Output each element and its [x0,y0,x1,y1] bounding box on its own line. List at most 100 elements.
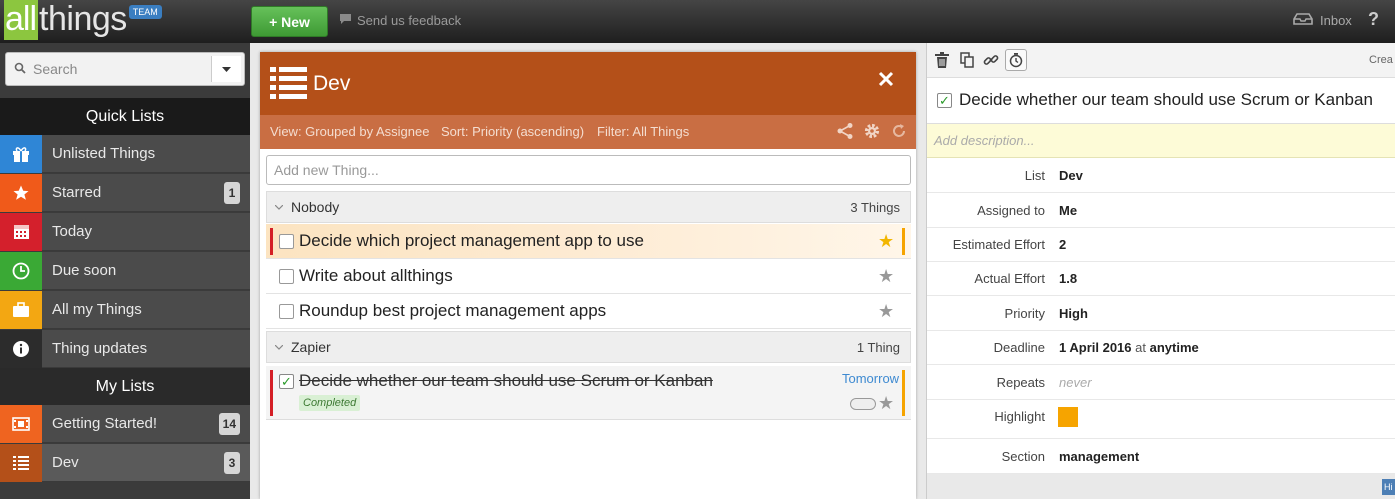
sidebar-item-due-soon[interactable]: Due soon [0,251,250,290]
deadline-at: at [1135,340,1146,355]
description-field[interactable]: Add description... [927,124,1395,158]
prop-actual-effort[interactable]: Actual Effort 1.8 [927,261,1395,296]
sidebar-item-label: Thing updates [52,340,148,357]
prop-list[interactable]: List Dev [927,158,1395,193]
highlight-swatch[interactable] [1058,407,1078,427]
highlight-marker [902,228,905,255]
prop-assigned-to[interactable]: Assigned to Me [927,193,1395,228]
prop-value: Me [1059,203,1078,218]
logo[interactable]: all things TEAM [4,0,162,43]
thing-row[interactable]: Decide which project management app to u… [266,224,911,259]
feedback-link[interactable]: Send us feedback [339,13,461,28]
deadline-time[interactable]: anytime [1150,340,1199,355]
gift-icon [0,134,42,173]
sort-selector[interactable]: Sort: Priority (ascending) [441,124,584,139]
prop-value: 2 [1059,237,1067,252]
prop-label: Highlight [994,409,1045,424]
chevron-down-icon[interactable] [267,202,285,213]
created-label: Crea [1369,54,1393,66]
thing-checkbox[interactable] [279,304,294,319]
priority-marker [270,370,273,416]
group-header-nobody[interactable]: Nobody 3 Things [266,191,911,223]
list-icon [0,443,42,482]
detail-title[interactable]: Decide whether our team should use Scrum… [959,90,1373,110]
thing-row[interactable]: Write about allthings ★ [266,259,911,294]
thing-row[interactable]: Roundup best project management apps ★ [266,294,911,329]
list-filter-bar: View: Grouped by Assignee Sort: Priority… [260,115,916,149]
add-thing-input[interactable]: Add new Thing... [266,155,911,185]
thing-title: Decide whether our team should use Scrum… [299,371,713,390]
deadline-date[interactable]: 1 April 2016 [1059,340,1132,355]
thing-checkbox-checked[interactable]: ✓ [279,374,294,389]
prop-repeats[interactable]: Repeats never [927,365,1395,400]
search-input[interactable]: Search [30,61,211,77]
prop-section[interactable]: Section management [927,439,1395,474]
share-icon[interactable] [836,122,854,145]
detail-toolbar: Crea [927,43,1395,78]
copy-icon[interactable] [956,49,978,71]
sidebar-item-unlisted-things[interactable]: Unlisted Things [0,134,250,173]
help-button[interactable]: ? [1368,9,1379,30]
search-box[interactable]: Search [5,52,245,86]
list-title: Dev [313,72,351,95]
timer-icon[interactable] [1005,49,1027,71]
thing-row-completed[interactable]: ✓ Decide whether our team should use Scr… [266,366,911,420]
chevron-down-icon[interactable] [267,342,285,353]
star-icon[interactable]: ★ [878,393,894,414]
list-icon [270,66,308,102]
prop-label: List [1024,168,1045,183]
progress-toggle[interactable] [850,398,876,410]
trash-icon[interactable] [931,49,953,71]
star-icon[interactable]: ★ [878,266,894,287]
prop-deadline[interactable]: Deadline 1 April 2016 at anytime [927,330,1395,365]
prop-priority[interactable]: Priority High [927,296,1395,331]
sidebar-item-all-my-things[interactable]: All my Things [0,290,250,329]
prop-label: Estimated Effort [952,237,1045,252]
footer-tag[interactable]: Hi [1382,479,1395,495]
close-icon[interactable] [878,67,894,93]
my-lists-heading: My Lists [0,368,250,405]
star-icon[interactable]: ★ [878,231,894,252]
detail-title-row: ✓ Decide whether our team should use Scr… [927,78,1395,124]
link-icon[interactable] [980,49,1002,71]
refresh-icon[interactable] [890,122,908,145]
sidebar-item-label: Due soon [52,262,117,279]
sidebar-item-label: Starred [52,184,102,201]
speech-bubble-icon [339,13,352,28]
prop-highlight[interactable]: Highlight [927,399,1395,439]
view-selector[interactable]: View: Grouped by Assignee [270,124,429,139]
sidebar-item-today[interactable]: Today [0,212,250,251]
inbox-icon [1292,13,1314,28]
sidebar-item-thing-updates[interactable]: Thing updates [0,329,250,368]
search-dropdown-button[interactable] [211,56,241,82]
sidebar: Search Quick Lists Unlisted Things Starr… [0,43,250,499]
thing-checkbox[interactable] [279,234,294,249]
sidebar-item-dev[interactable]: Dev 3 [0,443,250,482]
film-icon [0,404,42,443]
sidebar-item-label: Dev [52,454,79,471]
logo-all: all [4,0,39,40]
filter-selector[interactable]: Filter: All Things [597,124,689,139]
due-date[interactable]: Tomorrow [842,371,899,386]
sidebar-item-getting-started[interactable]: Getting Started! 14 [0,404,250,443]
sidebar-item-label: Today [52,223,93,240]
new-button[interactable]: + New [251,6,328,37]
detail-checkbox-checked[interactable]: ✓ [937,93,952,108]
status-badge: Completed [299,395,361,411]
top-bar: all things TEAM + New Send us feedback I… [0,0,1395,43]
inbox-label: Inbox [1320,13,1352,28]
group-count: 1 Thing [856,339,900,355]
group-header-zapier[interactable]: Zapier 1 Thing [266,331,911,363]
gear-icon[interactable] [863,122,881,145]
detail-footer: Hi [927,474,1395,499]
sidebar-item-starred[interactable]: Starred 1 [0,173,250,212]
info-icon [0,329,42,368]
count-badge: 14 [218,412,240,435]
inbox-link[interactable]: Inbox [1292,13,1352,28]
prop-value: management [1059,449,1140,464]
prop-estimated-effort[interactable]: Estimated Effort 2 [927,227,1395,262]
star-icon[interactable]: ★ [878,301,894,322]
group-count: 3 Things [850,199,900,215]
sidebar-item-label: All my Things [52,301,142,318]
thing-checkbox[interactable] [279,269,294,284]
